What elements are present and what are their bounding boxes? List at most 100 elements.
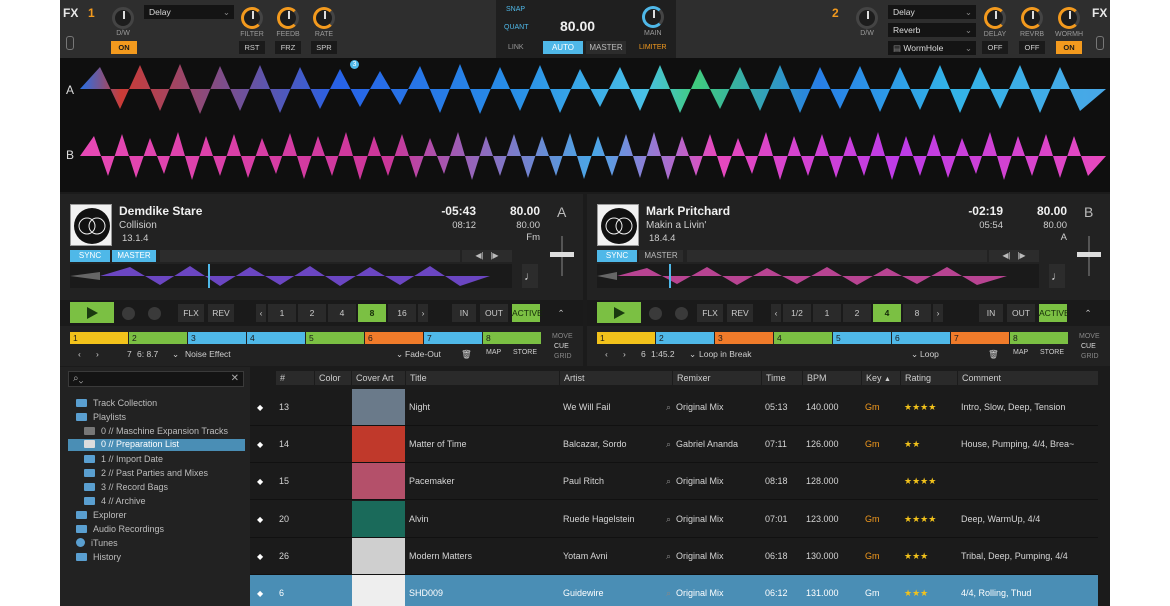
- master-bpm[interactable]: 80.00: [560, 18, 595, 34]
- deck-b-hotcue-5[interactable]: 5: [833, 332, 891, 344]
- deck-b-loop-2[interactable]: 2: [843, 304, 871, 322]
- deck-a-master-button[interactable]: MASTER: [112, 250, 156, 262]
- col-color[interactable]: Color: [315, 371, 351, 385]
- master-button[interactable]: MASTER: [586, 41, 626, 54]
- deck-a-stripe[interactable]: [70, 264, 512, 288]
- deck-b-hotcue-1[interactable]: 1: [597, 332, 655, 344]
- deck-b-active-button[interactable]: ACTIVE: [1039, 304, 1070, 322]
- deck-b-loop-half[interactable]: 1/2: [783, 304, 811, 322]
- deck-a-hotcue-1[interactable]: 1: [70, 332, 128, 344]
- deck-b-chev-icon[interactable]: ⌄: [689, 349, 696, 360]
- deck-a-collapse-icon[interactable]: ⌃: [552, 304, 570, 322]
- col-time[interactable]: Time: [762, 371, 802, 385]
- deck-a-hotcue-6[interactable]: 6: [365, 332, 423, 344]
- deck-b-hotcue-2[interactable]: 2: [656, 332, 714, 344]
- deck-b-play-button[interactable]: [597, 302, 641, 323]
- deck-b-out-button[interactable]: OUT: [1007, 304, 1035, 322]
- spr-button[interactable]: SPR: [311, 41, 337, 54]
- deck-a-active-button[interactable]: ACTIVE: [512, 304, 543, 322]
- delay-knob[interactable]: [984, 7, 1006, 29]
- deck-b-master-button[interactable]: MASTER: [639, 250, 683, 262]
- reverb-off-button[interactable]: OFF: [1019, 41, 1045, 54]
- rate-knob[interactable]: [313, 7, 335, 29]
- fx-select-dropdown[interactable]: Delay ⌄: [144, 5, 234, 19]
- tree-track-collection[interactable]: Track Collection: [76, 398, 157, 408]
- deck-a-cue-type[interactable]: Fade-Out: [405, 349, 441, 359]
- tree-past-parties[interactable]: 2 // Past Parties and Mixes: [84, 468, 208, 478]
- deck-a-cue-next[interactable]: ›: [96, 349, 99, 359]
- deck-a-loop-4[interactable]: 4: [328, 304, 356, 322]
- deck-a-cue-dot[interactable]: [122, 307, 135, 320]
- deck-a-loop-1[interactable]: 1: [268, 304, 296, 322]
- rst-button[interactable]: RST: [239, 41, 265, 54]
- tree-maschine-expansion[interactable]: 0 // Maschine Expansion Tracks: [84, 426, 228, 436]
- deck-a-reverse-button[interactable]: REV: [208, 304, 234, 322]
- frz-button[interactable]: FRZ: [275, 41, 301, 54]
- deck-b-reverse-button[interactable]: REV: [727, 304, 753, 322]
- tree-record-bags[interactable]: 3 // Record Bags: [84, 482, 168, 492]
- waveform-overview[interactable]: A B 3: [60, 58, 1110, 192]
- wormhole-on-button[interactable]: ON: [1056, 41, 1082, 54]
- deck-a-cue-prev[interactable]: ‹: [78, 349, 81, 359]
- deck-a-hotcue-4[interactable]: 4: [247, 332, 305, 344]
- col-key[interactable]: Key ▲: [862, 371, 900, 385]
- deck-a-in-button[interactable]: IN: [452, 304, 476, 322]
- tree-audio-recordings[interactable]: Audio Recordings: [76, 524, 164, 534]
- deck-b-loop-prev[interactable]: ‹: [771, 304, 781, 322]
- col-cover-art[interactable]: Cover Art: [352, 371, 405, 385]
- dry-wet-knob-2[interactable]: [856, 7, 878, 29]
- main-volume-knob[interactable]: [642, 6, 664, 28]
- deck-b-cue-name[interactable]: Loop in Break: [699, 349, 751, 359]
- deck-b-note-icon[interactable]: ♩: [1049, 264, 1065, 288]
- deck-a-cup-dot[interactable]: [148, 307, 161, 320]
- deck-a-hotcue-8[interactable]: 8: [483, 332, 541, 344]
- deck-a-map-button[interactable]: MAP: [486, 349, 501, 356]
- col-title[interactable]: Title: [406, 371, 559, 385]
- filter-knob[interactable]: [241, 7, 263, 29]
- deck-b-store-button[interactable]: STORE: [1040, 349, 1064, 356]
- deck-b-cue-type[interactable]: Loop: [920, 349, 939, 359]
- deck-b-hotcue-6[interactable]: 6: [892, 332, 950, 344]
- waveform-deck-b[interactable]: [80, 128, 1106, 184]
- deck-b-stripe[interactable]: [597, 264, 1039, 288]
- table-row[interactable]: ◆ 13 Night We Will Fail ⌕ Original Mix 05:13 14…: [250, 389, 1098, 426]
- col-remixer[interactable]: Remixer: [673, 371, 761, 385]
- tree-preparation-list[interactable]: 0 // Preparation List: [68, 439, 245, 451]
- deck-b-hotcue-3[interactable]: 3: [715, 332, 773, 344]
- deck-b-in-button[interactable]: IN: [979, 304, 1003, 322]
- deck-a-loop-next[interactable]: ›: [418, 304, 428, 322]
- deck-b-beatjump[interactable]: ◀| |▶: [989, 250, 1039, 262]
- deck-a-loop-prev[interactable]: ‹: [256, 304, 266, 322]
- fx-slot-2-dropdown[interactable]: Reverb ⌄: [888, 23, 976, 37]
- deck-a-grid-label[interactable]: GRID: [554, 353, 572, 360]
- deck-a-loop-2[interactable]: 2: [298, 304, 326, 322]
- deck-a-flux-button[interactable]: FLX: [178, 304, 204, 322]
- deck-b-tempo-fader[interactable]: [1075, 236, 1103, 276]
- deck-b-loop-1[interactable]: 1: [813, 304, 841, 322]
- deck-a-chev-icon-2[interactable]: ⌄: [396, 349, 403, 360]
- table-row[interactable]: ◆ 15 Pacemaker Paul Ritch ⌕ Original Mix 08:18…: [250, 463, 1098, 501]
- fx-slot-1-dropdown[interactable]: Delay ⌄: [888, 5, 976, 19]
- deck-a-hotcue-7[interactable]: 7: [424, 332, 482, 344]
- wormhole-knob[interactable]: [1058, 7, 1080, 29]
- tree-itunes[interactable]: iTunes: [76, 538, 118, 548]
- clear-search-icon[interactable]: ✕: [231, 373, 239, 384]
- deck-a-play-button[interactable]: [70, 302, 114, 323]
- fx-lock-icon[interactable]: [66, 36, 74, 50]
- table-row[interactable]: ◆ 14 Matter of Time Balcazar, Sordo ⌕ Gabriel…: [250, 426, 1098, 464]
- deck-b-loop-4[interactable]: 4: [873, 304, 901, 322]
- tree-explorer[interactable]: Explorer: [76, 510, 127, 520]
- deck-a-cue-name[interactable]: Noise Effect: [185, 349, 231, 359]
- deck-a-loop-16[interactable]: 16: [388, 304, 416, 322]
- search-input[interactable]: ⌕⌄ ✕: [68, 371, 244, 387]
- deck-a-sync-button[interactable]: SYNC: [70, 250, 110, 262]
- deck-a-store-button[interactable]: STORE: [513, 349, 537, 356]
- deck-b-cue-prev[interactable]: ‹: [605, 349, 608, 359]
- link-toggle[interactable]: LINK: [508, 44, 524, 51]
- col-bpm[interactable]: BPM: [803, 371, 861, 385]
- deck-b-chev-icon-2[interactable]: ⌄: [911, 349, 918, 360]
- deck-a-trash-icon[interactable]: 🗑: [461, 349, 472, 360]
- deck-b-cue-label[interactable]: CUE: [1081, 343, 1096, 350]
- reverb-knob[interactable]: [1021, 7, 1043, 29]
- deck-a-out-button[interactable]: OUT: [480, 304, 508, 322]
